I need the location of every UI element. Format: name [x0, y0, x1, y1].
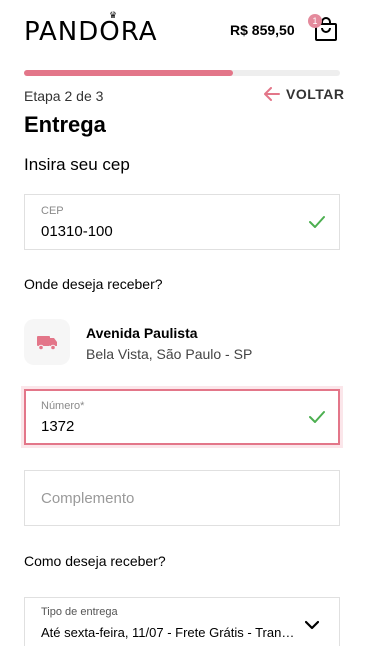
- page-title: Entrega: [24, 112, 106, 137]
- cep-label: CEP: [41, 205, 64, 217]
- arrow-left-icon: [264, 87, 280, 101]
- checkout-progress-bar: [24, 70, 340, 76]
- back-button-label: VOLTAR: [286, 86, 345, 102]
- crown-icon: ♛: [109, 10, 118, 20]
- address-street: Avenida Paulista: [86, 325, 198, 341]
- chevron-down-icon[interactable]: [305, 620, 319, 630]
- delivery-type-value: Até sexta-feira, 11/07 - Frete Grátis - …: [41, 625, 297, 640]
- numero-field[interactable]: Número* 1372: [24, 389, 340, 445]
- delivery-method-question: Como deseja receber?: [24, 553, 166, 569]
- delivery-type-label: Tipo de entrega: [41, 606, 118, 618]
- step-indicator: Etapa 2 de 3: [24, 88, 104, 104]
- complemento-placeholder: Complemento: [41, 490, 135, 507]
- check-icon: [309, 216, 325, 228]
- complemento-field[interactable]: Complemento: [24, 470, 340, 526]
- address-city: Bela Vista, São Paulo - SP: [86, 346, 253, 362]
- back-button[interactable]: VOLTAR: [264, 86, 344, 102]
- page-subtitle: Insira seu cep: [24, 155, 130, 174]
- numero-value[interactable]: 1372: [41, 418, 74, 435]
- progress-fill: [24, 70, 233, 76]
- cart-total: R$ 859,50: [230, 22, 295, 38]
- header: PANDORA ♛ R$ 859,50 1: [0, 0, 365, 56]
- cep-value[interactable]: 01310-100: [41, 223, 113, 240]
- delivery-address-question: Onde deseja receber?: [24, 276, 163, 292]
- address-icon-box: [24, 319, 70, 365]
- delivery-type-select[interactable]: Tipo de entrega Até sexta-feira, 11/07 -…: [24, 597, 340, 646]
- numero-label: Número*: [41, 400, 85, 412]
- check-icon: [309, 411, 325, 423]
- brand-logo[interactable]: PANDORA: [24, 17, 158, 47]
- cart-count-badge: 1: [308, 14, 322, 28]
- cep-field[interactable]: CEP 01310-100: [24, 194, 340, 250]
- truck-icon: [37, 336, 57, 351]
